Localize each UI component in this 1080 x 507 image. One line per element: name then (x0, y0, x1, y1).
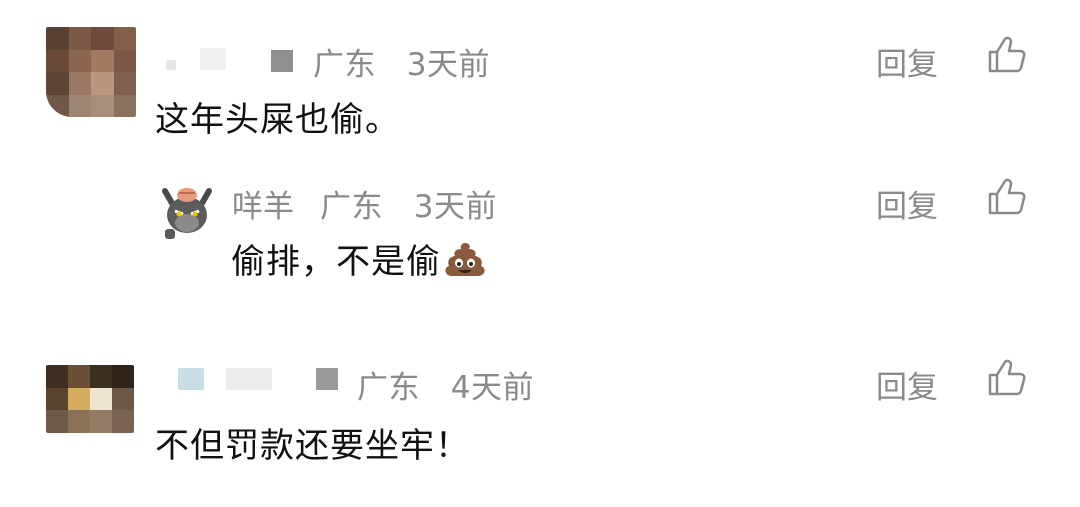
user-tag-badge (271, 50, 293, 72)
timestamp: 3天前 (406, 47, 490, 83)
thumbs-up-icon[interactable] (986, 358, 1026, 398)
username-blurred[interactable] (166, 60, 176, 70)
comment-text: 偷排，不是偷 (231, 234, 485, 283)
avatar[interactable] (46, 365, 134, 433)
location: 广东 (313, 47, 376, 83)
poop-emoji-icon (445, 243, 485, 276)
thumbs-up-icon[interactable] (986, 177, 1026, 217)
location: 广东 (357, 370, 420, 406)
reply-button[interactable]: 回复 (876, 362, 938, 407)
comment-meta: 广东 3天前 (320, 181, 497, 226)
avatar[interactable] (157, 181, 217, 241)
username-blurred[interactable] (178, 368, 204, 390)
reply-button[interactable]: 回复 (876, 181, 938, 226)
comment-text: 不但罚款还要坐牢！ (155, 426, 470, 466)
username-blurred[interactable] (226, 368, 272, 390)
comment-text: 这年头屎也偷。 (155, 100, 400, 140)
comment-text-body: 偷排，不是偷 (231, 242, 441, 282)
comment-meta: 广东 3天前 (313, 39, 490, 84)
user-tag-badge (316, 368, 338, 390)
username-blurred[interactable] (200, 48, 226, 70)
reply-button[interactable]: 回复 (876, 39, 938, 84)
timestamp: 3天前 (413, 189, 497, 225)
username[interactable]: 咩羊 (232, 181, 294, 226)
location: 广东 (320, 189, 383, 225)
thumbs-up-icon[interactable] (986, 35, 1026, 75)
comment-meta: 广东 4天前 (357, 362, 534, 407)
timestamp: 4天前 (450, 370, 534, 406)
avatar[interactable] (46, 27, 136, 117)
